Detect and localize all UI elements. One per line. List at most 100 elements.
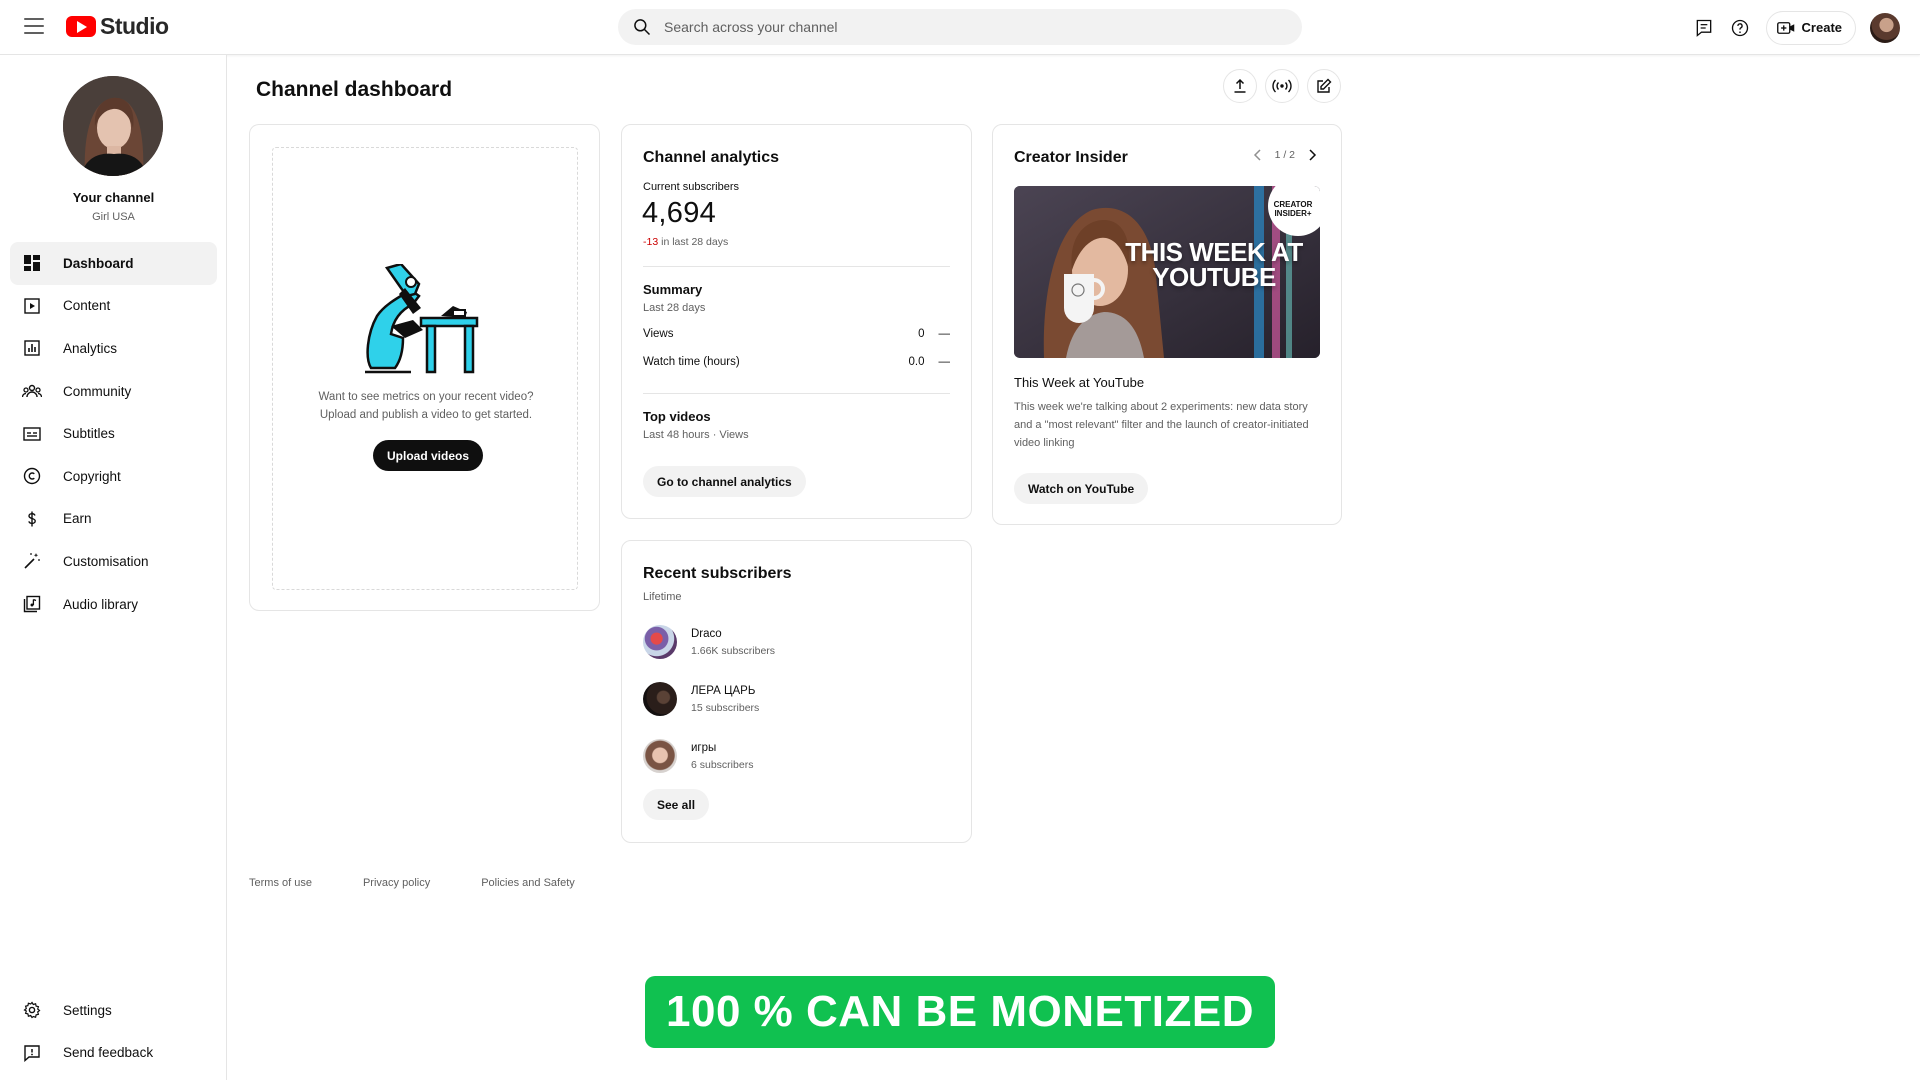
metric-label: Views [643, 328, 674, 340]
see-all-button[interactable]: See all [643, 789, 710, 820]
subscriber-item[interactable]: игры 6 subscribers [643, 735, 753, 777]
delta-suffix: in last 28 days [658, 236, 729, 248]
sidebar-item-label: Audio library [63, 596, 139, 612]
menu-icon[interactable] [22, 16, 46, 36]
channel-avatar[interactable] [63, 76, 163, 176]
subscriber-avatar[interactable] [643, 682, 677, 716]
subscriber-item[interactable]: ЛЕРА ЦАРЬ 15 subscribers [643, 678, 759, 720]
sidebar-item-audio-library[interactable]: Audio library [10, 583, 217, 626]
creator-insider-card: Creator Insider 1 / 2 CREATOR INSIDER+ T… [992, 124, 1342, 525]
go-live-button[interactable] [1265, 69, 1299, 103]
analytics-icon [22, 338, 42, 358]
upload-prompt: Want to see metrics on your recent video… [273, 388, 579, 424]
pager-text: 1 / 2 [1274, 149, 1295, 161]
content-icon [22, 296, 42, 316]
subscriber-count: 1.66K subscribers [691, 644, 776, 657]
studio-logo[interactable]: Studio [66, 13, 169, 40]
metric-value: 0.0 [908, 356, 925, 368]
logo-text: Studio [100, 13, 169, 39]
sidebar-item-subtitles[interactable]: Subtitles [10, 412, 217, 455]
divider [643, 266, 950, 267]
chevron-right-icon[interactable] [1307, 149, 1317, 161]
subscriber-count: 4,694 [642, 197, 717, 229]
upload-dropzone: Want to see metrics on your recent video… [272, 147, 578, 590]
metric-row-views: Views 0 — [643, 328, 950, 340]
sidebar-item-label: Send feedback [63, 1045, 154, 1061]
summary-period: Last 28 days [643, 302, 706, 314]
feedback-icon [22, 1043, 42, 1063]
sidebar-item-analytics[interactable]: Analytics [10, 327, 217, 370]
footer-links: Terms of use Privacy policy Policies and… [249, 877, 575, 889]
dollar-icon [22, 509, 42, 529]
community-icon [22, 381, 42, 401]
subscriber-avatar[interactable] [643, 739, 677, 773]
sidebar-item-content[interactable]: Content [10, 285, 217, 328]
subscriber-name[interactable]: ЛЕРА ЦАРЬ [691, 685, 759, 697]
subscriber-name[interactable]: игры [691, 742, 753, 754]
subscriber-name[interactable]: Draco [691, 628, 775, 640]
video-thumbnail[interactable]: CREATOR INSIDER+ THIS WEEK AT YOUTUBE [1014, 186, 1320, 358]
create-video-icon [1776, 21, 1794, 34]
subtitles-icon [22, 424, 42, 444]
upload-videos-button[interactable]: Upload videos [373, 440, 484, 471]
sidebar-item-label: Content [63, 298, 111, 314]
sidebar-item-feedback[interactable]: Send feedback [10, 1032, 217, 1075]
subscriber-count: 6 subscribers [691, 758, 754, 771]
upload-prompt-line1: Want to see metrics on your recent video… [318, 391, 534, 403]
policies-link[interactable]: Policies and Safety [481, 877, 575, 889]
messages-icon[interactable] [1692, 16, 1716, 40]
sidebar-item-label: Copyright [63, 468, 121, 484]
card-title: Recent subscribers [643, 565, 792, 582]
create-button[interactable]: Create [1765, 10, 1856, 45]
subscriber-item[interactable]: Draco 1.66K subscribers [643, 621, 775, 663]
top-videos-title: Top videos [643, 409, 711, 424]
subscriber-count: 15 subscribers [691, 701, 760, 714]
go-to-analytics-button[interactable]: Go to channel analytics [643, 466, 806, 497]
card-title: Creator Insider [1014, 149, 1128, 166]
search-bar[interactable] [618, 9, 1302, 45]
channel-name: Your channel [72, 190, 155, 205]
sidebar-item-customisation[interactable]: Customisation [10, 540, 217, 583]
pager: 1 / 2 [1253, 149, 1317, 161]
sidebar-item-label: Customisation [63, 553, 149, 569]
metric-row-watch-time: Watch time (hours) 0.0 — [643, 356, 950, 368]
youtube-play-icon [66, 16, 96, 37]
sidebar-item-label: Community [63, 383, 132, 399]
terms-link[interactable]: Terms of use [249, 877, 312, 889]
metric-label: Watch time (hours) [643, 356, 740, 368]
sidebar-item-dashboard[interactable]: Dashboard [10, 242, 217, 285]
delta-value: -13 [643, 236, 659, 248]
video-title[interactable]: This Week at YouTube [1014, 375, 1144, 390]
sidebar: Your channel Girl USA Dashboard Content … [0, 55, 227, 1080]
sidebar-item-label: Analytics [63, 340, 118, 356]
upload-button[interactable] [1223, 69, 1257, 103]
magic-wand-icon [22, 551, 42, 571]
divider [643, 393, 950, 394]
subscriber-avatar[interactable] [643, 625, 677, 659]
upload-icon [1234, 78, 1246, 93]
channel-subtitle: Girl USA [92, 211, 135, 223]
account-avatar[interactable] [1870, 12, 1900, 43]
gear-icon [22, 1000, 42, 1020]
dashboard-icon [22, 253, 42, 273]
promo-text: 100 % CAN BE MONETIZED [666, 987, 1254, 1036]
create-post-button[interactable] [1307, 69, 1341, 103]
sidebar-nav: Dashboard Content Analytics Community Su… [10, 242, 217, 625]
watch-on-youtube-button[interactable]: Watch on YouTube [1014, 473, 1149, 504]
sidebar-item-settings[interactable]: Settings [10, 989, 217, 1032]
upload-card: Want to see metrics on your recent video… [249, 124, 600, 611]
metric-value: 0 [918, 328, 925, 340]
metric-trend: — [938, 328, 951, 340]
search-input[interactable] [664, 19, 1264, 35]
sidebar-item-earn[interactable]: Earn [10, 498, 217, 541]
chevron-left-icon[interactable] [1253, 149, 1263, 161]
privacy-link[interactable]: Privacy policy [363, 877, 430, 889]
sidebar-item-copyright[interactable]: Copyright [10, 455, 217, 498]
help-icon[interactable] [1728, 16, 1752, 40]
search-icon [634, 19, 651, 36]
current-subscribers-label: Current subscribers [643, 181, 739, 193]
sidebar-item-community[interactable]: Community [10, 370, 217, 413]
top-bar: Studio Create [0, 0, 1920, 55]
sidebar-bottom: Settings Send feedback [10, 989, 217, 1074]
card-title: Channel analytics [643, 149, 780, 166]
